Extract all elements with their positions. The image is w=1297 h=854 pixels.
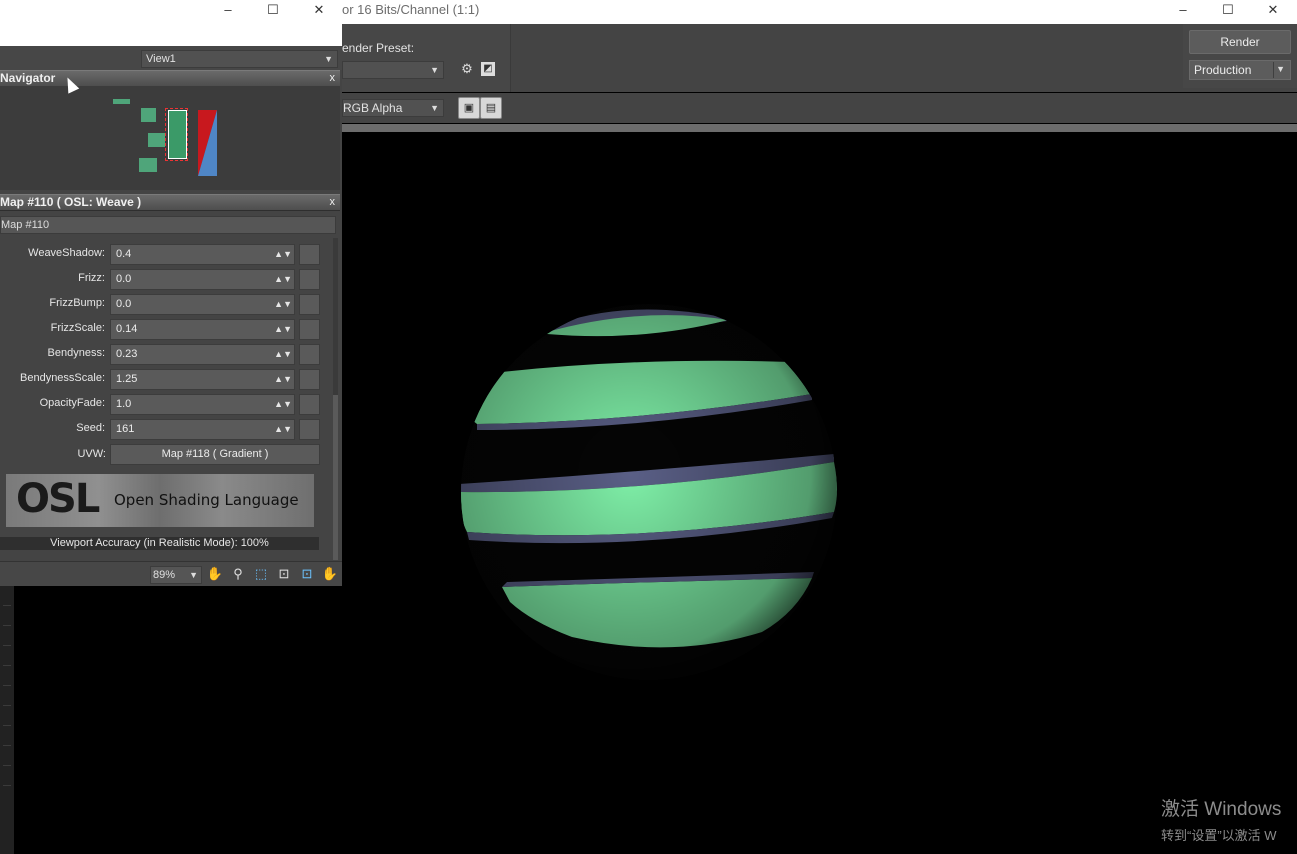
navigator-node-selected: [168, 110, 187, 159]
zoom-select[interactable]: 89% ▼: [150, 566, 202, 584]
maximize-icon[interactable]: ☐: [250, 0, 296, 22]
viewport-accuracy-bar[interactable]: Viewport Accuracy (in Realistic Mode): 1…: [0, 537, 319, 550]
map-slot-button[interactable]: [299, 294, 320, 315]
bendynessscale-spinner[interactable]: 1.25 ▲▼: [110, 369, 295, 390]
param-row-bendyness: Bendyness: 0.23 ▲▼: [0, 344, 330, 365]
chevron-down-icon: ▼: [1276, 64, 1285, 74]
navigator-node: [141, 108, 156, 122]
render-button[interactable]: Render: [1189, 30, 1291, 54]
weaveshadow-spinner[interactable]: 0.4 ▲▼: [110, 244, 295, 265]
zoom-extents-selected-icon[interactable]: ⊡: [298, 565, 316, 583]
opacityfade-spinner[interactable]: 1.0 ▲▼: [110, 394, 295, 415]
render-preset-label: ender Preset:: [342, 41, 415, 55]
spinner-arrows-icon: ▲▼: [274, 399, 292, 409]
material-editor-window: – ☐ ✕ View1 ▼ Navigator x Map #110 ( OSL…: [0, 0, 342, 586]
display-channel-icon[interactable]: ▣: [458, 97, 480, 119]
frizzbump-spinner[interactable]: 0.0 ▲▼: [110, 294, 295, 315]
display-alpha-icon[interactable]: ▤: [480, 97, 502, 119]
spinner-arrows-icon: ▲▼: [274, 324, 292, 334]
spinner-arrows-icon: ▲▼: [274, 299, 292, 309]
osl-logo: OSL: [16, 476, 100, 522]
uvw-label: UVW:: [77, 448, 106, 460]
render-preset-select[interactable]: ▼: [342, 61, 444, 79]
spinner-arrows-icon: ▲▼: [274, 249, 292, 259]
osl-banner-text: Open Shading Language: [114, 491, 299, 509]
frizz-spinner[interactable]: 0.0 ▲▼: [110, 269, 295, 290]
navigator-node: [113, 99, 130, 104]
preset-settings-icon[interactable]: ⚙: [458, 60, 476, 78]
map-slot-button[interactable]: [299, 244, 320, 265]
view-select[interactable]: View1 ▼: [141, 50, 338, 68]
navigator-node: [148, 133, 165, 147]
minimize-icon[interactable]: –: [205, 0, 251, 22]
param-row-opacityfade: OpacityFade: 1.0 ▲▼: [0, 394, 330, 415]
param-row-weaveshadow: WeaveShadow: 0.4 ▲▼: [0, 244, 330, 265]
render-preset-panel: [336, 24, 511, 92]
material-editor-titlebar: – ☐ ✕: [0, 0, 342, 46]
close-icon[interactable]: x: [330, 71, 336, 86]
render-window-title: or 16 Bits/Channel (1:1): [342, 2, 480, 17]
environment-icon[interactable]: ◩: [481, 62, 495, 76]
param-row-bendynessscale: BendynessScale: 1.25 ▲▼: [0, 369, 330, 390]
spinner-arrows-icon: ▲▼: [274, 349, 292, 359]
rendered-sphere-image: [461, 304, 837, 680]
close-icon[interactable]: ✕: [296, 0, 342, 22]
zoom-extents-icon[interactable]: ⊡: [275, 565, 293, 583]
bendyness-spinner[interactable]: 0.23 ▲▼: [110, 344, 295, 365]
spinner-arrows-icon: ▲▼: [274, 424, 292, 434]
render-progress-bar: [342, 124, 1297, 132]
spinner-arrows-icon: ▲▼: [274, 274, 292, 284]
uvw-map-button[interactable]: Map #118 ( Gradient ): [110, 444, 320, 465]
pan-hand-icon[interactable]: ✋: [206, 565, 224, 583]
map-panel-title: Map #110 ( OSL: Weave ): [0, 195, 142, 209]
spinner-arrows-icon: ▲▼: [274, 374, 292, 384]
frizzscale-spinner[interactable]: 0.14 ▲▼: [110, 319, 295, 340]
seed-spinner[interactable]: 161 ▲▼: [110, 419, 295, 440]
chevron-down-icon: ▼: [430, 65, 439, 75]
param-row-frizz: Frizz: 0.0 ▲▼: [0, 269, 330, 290]
pan-to-selected-icon[interactable]: ✋: [321, 565, 339, 583]
navigator-panel-header[interactable]: Navigator x: [0, 70, 340, 87]
map-slot-button[interactable]: [299, 344, 320, 365]
param-row-frizzbump: FrizzBump: 0.0 ▲▼: [0, 294, 330, 315]
map-slot-button[interactable]: [299, 419, 320, 440]
close-icon[interactable]: ✕: [1250, 0, 1296, 22]
map-slot-button[interactable]: [299, 369, 320, 390]
navigator-node: [139, 158, 157, 172]
chevron-down-icon: ▼: [430, 103, 439, 113]
minimize-icon[interactable]: –: [1160, 0, 1206, 22]
zoom-magnifier-icon[interactable]: ⚲: [229, 565, 247, 583]
navigator-viewport-indicator: [198, 110, 217, 176]
map-slot-button[interactable]: [299, 269, 320, 290]
production-select[interactable]: Production ▼: [1189, 60, 1291, 80]
zoom-region-icon[interactable]: ⬚: [252, 565, 270, 583]
map-name-field[interactable]: Map #110: [0, 216, 336, 234]
navigator-title: Navigator: [0, 71, 56, 85]
maximize-icon[interactable]: ☐: [1205, 0, 1251, 22]
background-window-edge: [0, 585, 14, 854]
map-slot-button[interactable]: [299, 394, 320, 415]
chevron-down-icon: ▼: [189, 570, 198, 580]
scrollbar-thumb[interactable]: [333, 395, 338, 560]
param-row-frizzscale: FrizzScale: 0.14 ▲▼: [0, 319, 330, 340]
chevron-down-icon: ▼: [324, 54, 333, 64]
channel-select[interactable]: RGB Alpha ▼: [342, 99, 444, 117]
osl-banner: OSL Open Shading Language: [6, 474, 314, 527]
map-panel-header[interactable]: Map #110 ( OSL: Weave ) x: [0, 194, 340, 211]
map-slot-button[interactable]: [299, 319, 320, 340]
render-canvas: [342, 132, 1297, 854]
close-icon[interactable]: x: [330, 195, 336, 210]
param-row-seed: Seed: 161 ▲▼: [0, 419, 330, 440]
windows-activation-watermark: 激活 Windows 转到“设置”以激活 W: [1161, 799, 1282, 843]
